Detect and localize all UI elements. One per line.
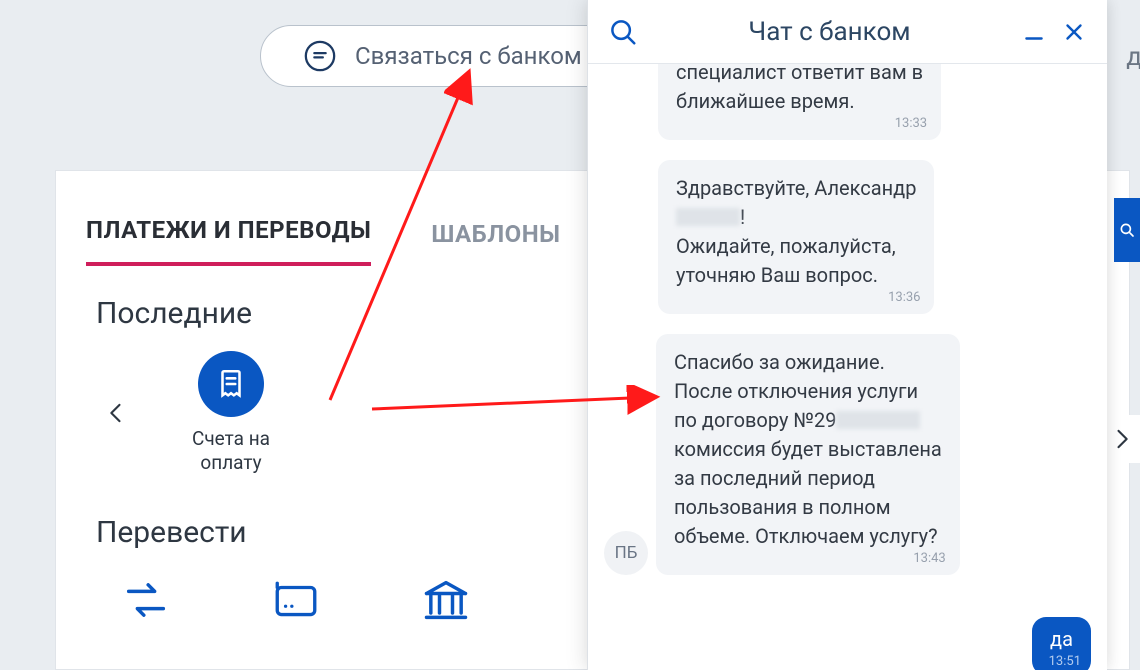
chat-bubble: Здравствуйте, Александр ! Ожидайте, пожа… (658, 160, 934, 314)
chat-bubble: специалист ответит вам в ближайшее время… (658, 64, 941, 140)
chat-bubble: да 13:51 (1032, 617, 1091, 670)
chat-message-in: ПБ Спасибо за ожидание. После отключения… (604, 334, 1091, 575)
transfer-between-accounts-icon[interactable] (116, 572, 176, 628)
msg-text: ближайшее время. (676, 89, 855, 113)
tab-payments[interactable]: ПЛАТЕЖИ И ПЕРЕВОДЫ (86, 216, 371, 266)
msg-text: Здравствуйте, Александр (676, 176, 916, 200)
chat-search-button[interactable] (606, 15, 640, 49)
chat-icon (303, 39, 337, 73)
operator-avatar: ПБ (604, 531, 648, 575)
tab-templates[interactable]: ШАБЛОНЫ (431, 220, 560, 266)
msg-text: специалист ответит вам в (676, 64, 923, 84)
recent-prev-button[interactable] (96, 393, 136, 433)
msg-time: 13:33 (895, 115, 927, 134)
msg-text: за последний период (674, 466, 875, 490)
chat-header: Чат с банком (588, 0, 1107, 64)
redacted (836, 411, 920, 429)
recent-item-label: Счета на оплату (176, 427, 286, 475)
chat-title: Чат с банком (640, 17, 1019, 47)
transfer-to-card-icon[interactable] (266, 572, 326, 628)
chat-minimize-button[interactable] (1019, 17, 1049, 47)
chat-message-out: да 13:51 (604, 617, 1091, 670)
msg-text: Спасибо за ожидание. (674, 350, 885, 374)
msg-text: пользования в полном (674, 495, 891, 519)
msg-time: 13:43 (913, 550, 945, 569)
chat-close-button[interactable] (1059, 17, 1089, 47)
msg-time: 13:51 (1049, 654, 1081, 669)
chat-bubble: Спасибо за ожидание. После отключения ус… (656, 334, 960, 575)
page-sliver-letter: д (1126, 42, 1140, 72)
msg-text: ! (740, 205, 745, 229)
msg-time: 13:36 (888, 289, 920, 308)
msg-text: по договору №29 (674, 408, 836, 432)
msg-text: объеме. Отключаем услугу? (674, 524, 938, 548)
msg-text: Ожидайте, пожалуйста, (676, 234, 896, 258)
recent-item-invoices[interactable]: Счета на оплату (176, 351, 286, 475)
chat-body: специалист ответит вам в ближайшее время… (588, 64, 1107, 670)
chat-message-in: Здравствуйте, Александр ! Ожидайте, пожа… (604, 160, 1091, 314)
page-next-button[interactable] (1104, 415, 1140, 463)
msg-text: комиссия будет выставлена (674, 437, 942, 461)
receipt-icon (198, 351, 264, 417)
msg-text: да (1050, 627, 1073, 651)
chat-panel: Чат с банком специалист ответит вам в бл… (587, 0, 1107, 670)
msg-text: После отключения услуги (674, 379, 918, 403)
chat-message-in: специалист ответит вам в ближайшее время… (604, 68, 1091, 140)
contact-bank-label: Связаться с банком (355, 42, 582, 70)
redacted (676, 208, 740, 226)
msg-text: уточняю Ваш вопрос. (676, 263, 878, 287)
transfer-to-bank-icon[interactable] (416, 572, 476, 628)
